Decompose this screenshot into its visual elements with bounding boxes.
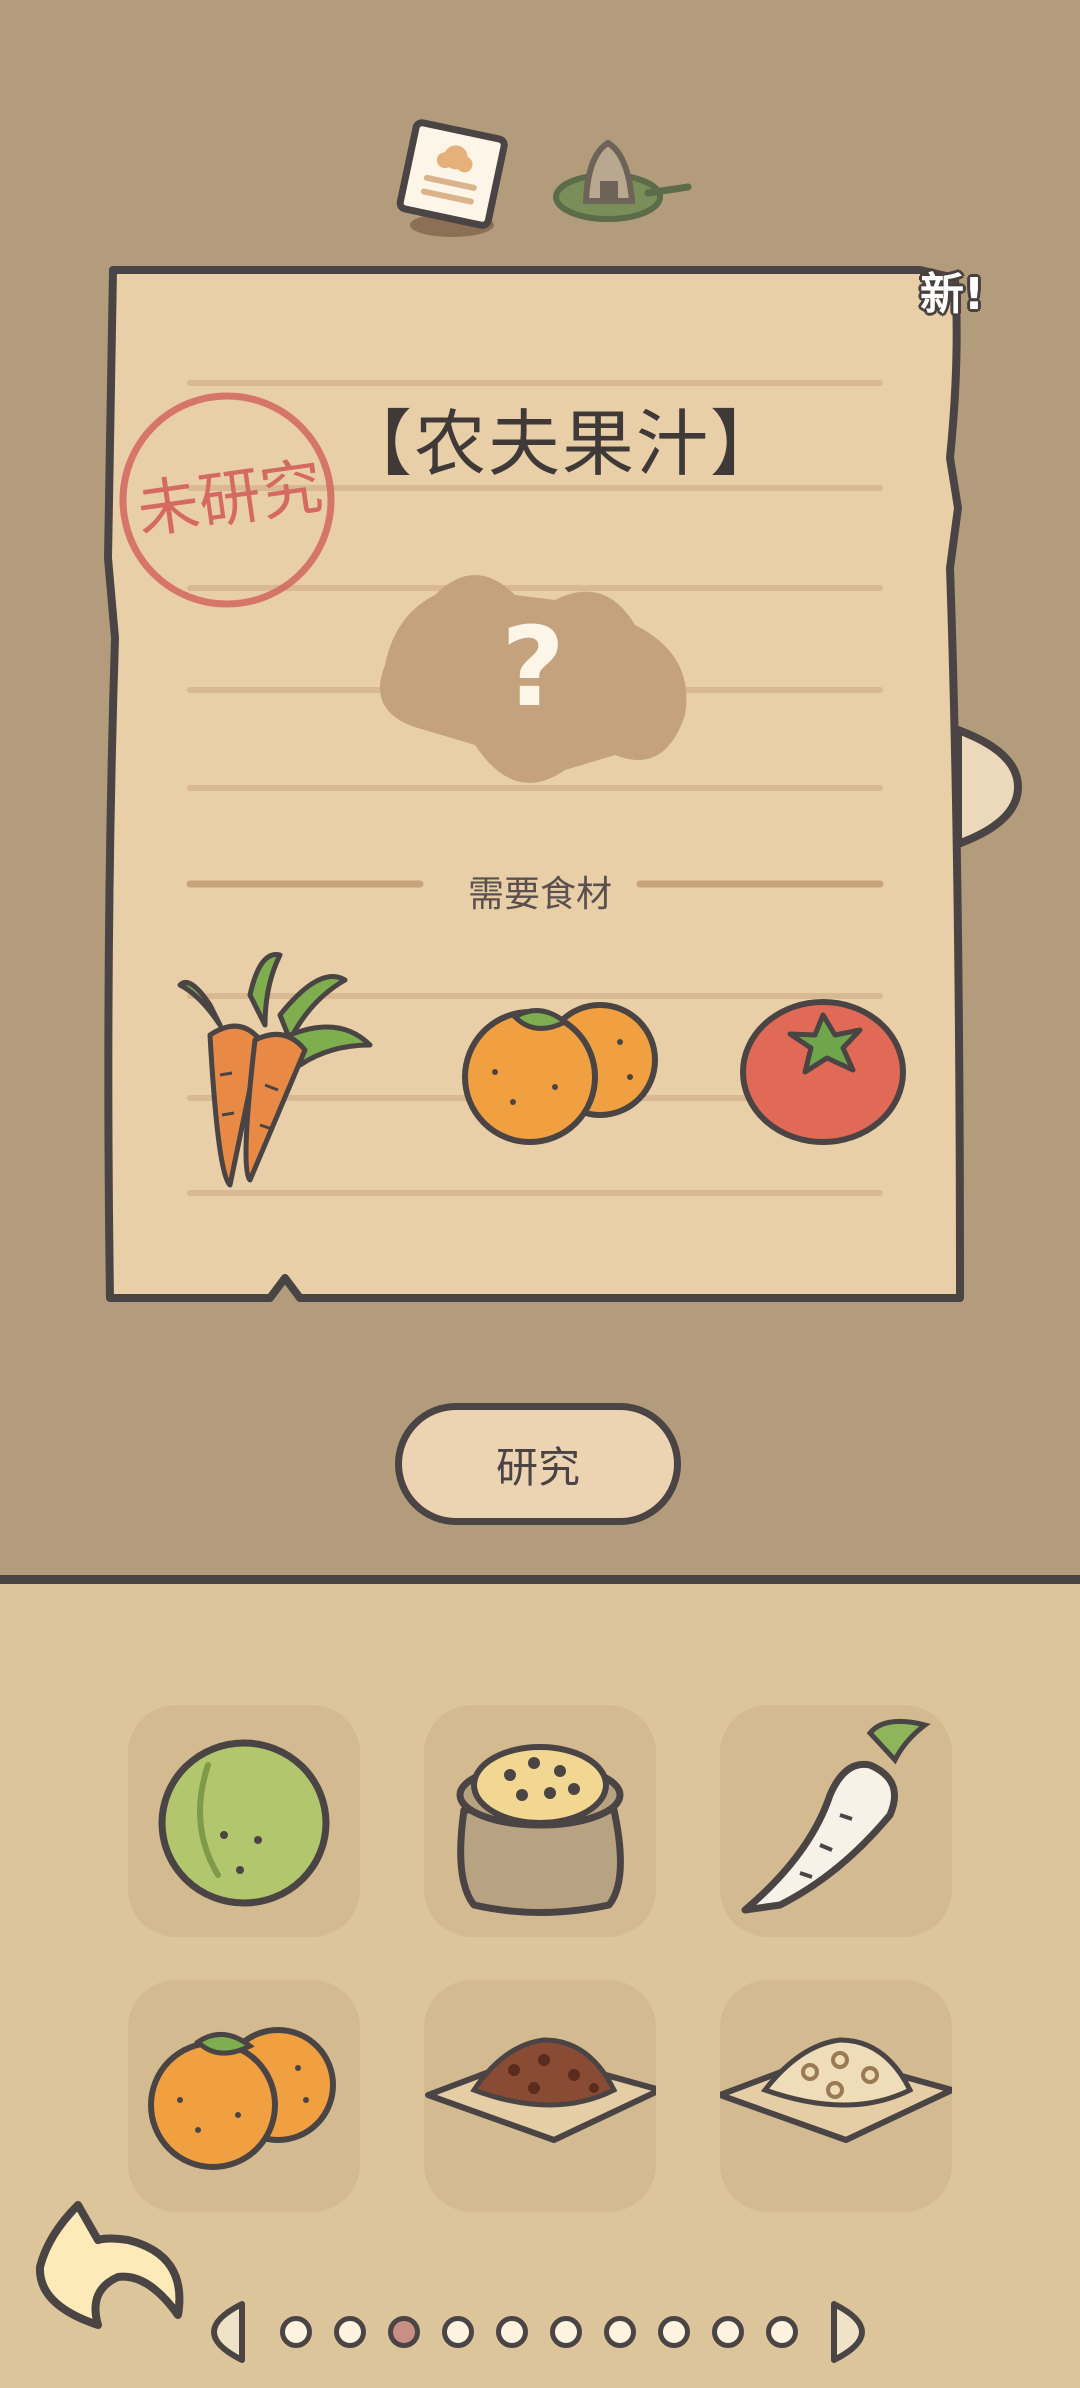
prev-page-arrow-icon[interactable] bbox=[210, 2298, 250, 2366]
research-button[interactable]: 研究 bbox=[395, 1403, 681, 1525]
page-dot-9[interactable] bbox=[712, 2316, 744, 2348]
carrot-icon bbox=[177, 952, 373, 1188]
page-dot-5[interactable] bbox=[496, 2316, 528, 2348]
back-arrow-icon[interactable] bbox=[28, 2195, 188, 2335]
green-apple-icon bbox=[158, 1739, 330, 1907]
inventory-slot-mandarin[interactable] bbox=[128, 1980, 360, 2212]
page-dot-8[interactable] bbox=[658, 2316, 690, 2348]
minced-fish-icon bbox=[720, 2037, 952, 2143]
required-ingredients-label: 需要食材 bbox=[467, 874, 612, 915]
next-page-arrow-icon[interactable] bbox=[826, 2298, 866, 2366]
unknown-dish-icon: ? bbox=[380, 575, 687, 783]
not-researched-stamp: 未研究 bbox=[119, 392, 335, 608]
recipe-card-tab-icon[interactable] bbox=[390, 115, 520, 245]
daikon-radish-icon bbox=[741, 1718, 931, 1914]
inventory-slot-apple[interactable] bbox=[128, 1705, 360, 1937]
page-dot-4[interactable] bbox=[442, 2316, 474, 2348]
inventory-slot-minced-meat[interactable] bbox=[424, 1980, 656, 2212]
recipe-title: 【农夫果汁】 bbox=[340, 402, 785, 486]
mandarin-orange-icon bbox=[148, 2027, 336, 2170]
page-dot-10[interactable] bbox=[766, 2316, 798, 2348]
tomato-icon bbox=[740, 999, 906, 1145]
page-dot-1[interactable] bbox=[280, 2316, 312, 2348]
mandarin-orange-icon bbox=[462, 1002, 658, 1145]
page-dot-2[interactable] bbox=[334, 2316, 366, 2348]
next-arrow-icon[interactable] bbox=[948, 722, 1028, 852]
minced-meat-icon bbox=[425, 2037, 656, 2143]
new-badge: 新! bbox=[920, 269, 985, 320]
onigiri-tab-icon[interactable] bbox=[548, 135, 698, 235]
svg-text:未研究: 未研究 bbox=[133, 449, 327, 547]
page-dot-3[interactable] bbox=[388, 2316, 420, 2348]
inventory-slot-radish[interactable] bbox=[720, 1705, 952, 1937]
page-dot-6[interactable] bbox=[550, 2316, 582, 2348]
inventory-slot-minced-fish[interactable] bbox=[720, 1980, 952, 2212]
page-dot-7[interactable] bbox=[604, 2316, 636, 2348]
svg-text:?: ? bbox=[501, 603, 565, 731]
inventory-slot-grain[interactable] bbox=[424, 1705, 656, 1937]
grain-sack-icon bbox=[456, 1744, 624, 1916]
